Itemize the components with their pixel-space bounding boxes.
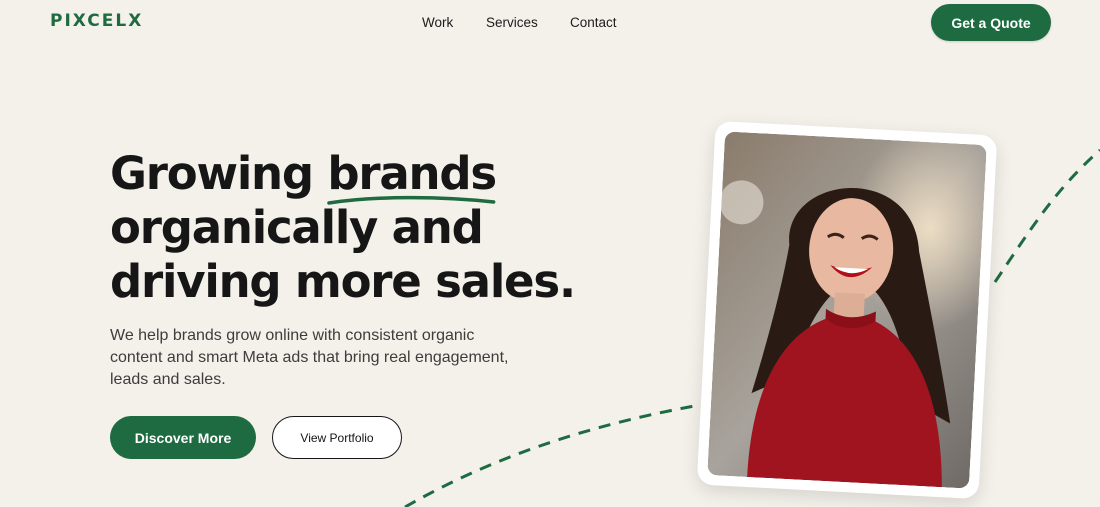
discover-more-button[interactable]: Discover More <box>110 416 256 459</box>
hero-photo-card <box>696 120 998 500</box>
hero-title-line-3: driving more sales. <box>110 255 576 308</box>
hero-title-line-2: organically and <box>110 201 484 254</box>
woman-portrait-image <box>707 131 987 489</box>
nav-link-contact[interactable]: Contact <box>570 15 617 30</box>
get-a-quote-button[interactable]: Get a Quote <box>931 4 1051 41</box>
nav-link-work[interactable]: Work <box>422 15 453 30</box>
hero-subtitle: We help brands grow online with consiste… <box>110 327 509 388</box>
hero-title-prefix: Growing <box>110 147 328 200</box>
hero-photo <box>707 131 987 489</box>
hero-title-accent-text: brands <box>327 147 497 200</box>
nav-link-services[interactable]: Services <box>486 15 538 30</box>
accent-underline <box>327 195 496 205</box>
hero-title-accent: brands <box>327 147 497 205</box>
hero-title-line-1: Growing brands <box>110 147 670 205</box>
view-portfolio-button[interactable]: View Portfolio <box>272 416 402 459</box>
hero-title: Growing brands organically and driving m… <box>110 147 670 309</box>
